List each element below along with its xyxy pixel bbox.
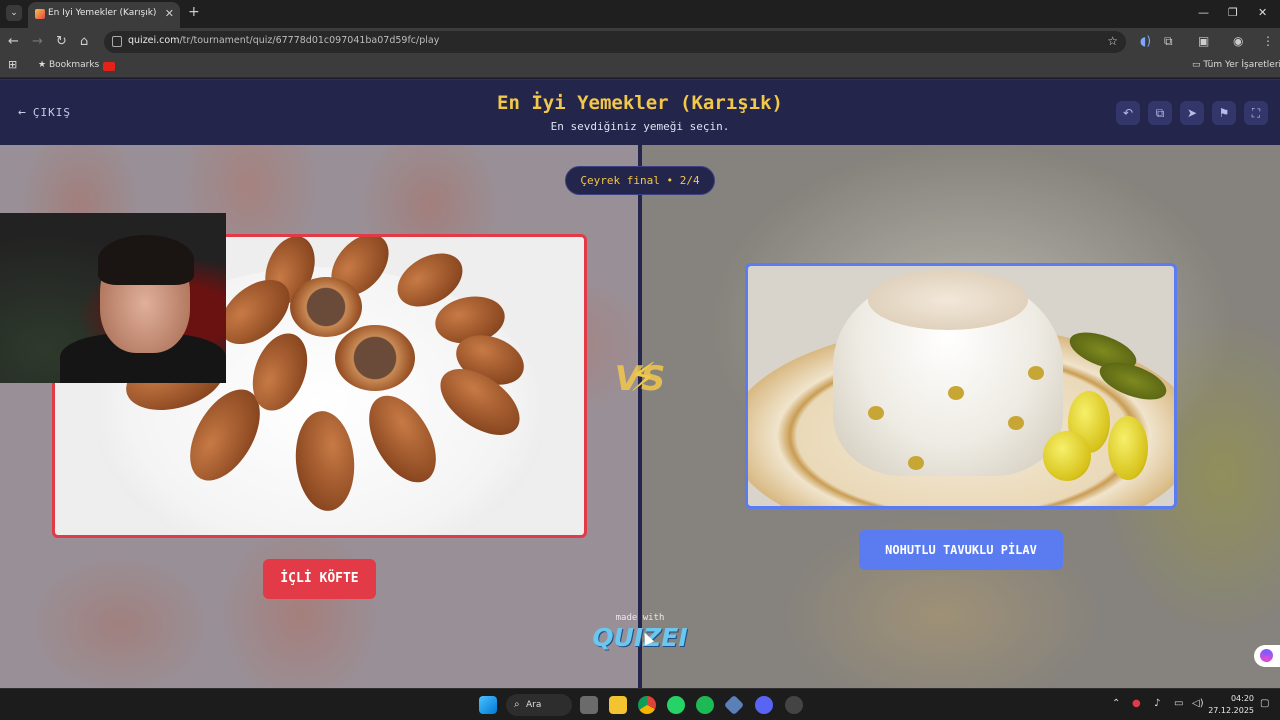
kofte-cut-piece: [290, 277, 362, 337]
browser-tabstrip: ⌄ En İyi Yemekler (Karışık) - Tier L ✕ +…: [0, 0, 1280, 28]
copy-icon: ⧉: [1155, 106, 1165, 120]
clock-time: 04:20: [1230, 694, 1254, 703]
menu-icon[interactable]: ⋮: [1262, 34, 1274, 48]
cast-icon[interactable]: ▣: [1198, 34, 1209, 48]
fullscreen-icon: ⛶: [1251, 106, 1261, 120]
tab-close-icon[interactable]: ✕: [165, 7, 174, 20]
reload-icon[interactable]: ↻: [56, 34, 67, 50]
system-clock[interactable]: 04:20 27.12.2025: [1208, 693, 1254, 717]
shredded-chicken: [868, 270, 1028, 330]
search-label: Ara: [526, 700, 542, 710]
bookmarks-bar: ⊞ ★ Bookmarks ▭ Tüm Yer İşaretleri: [0, 56, 1280, 78]
all-bookmarks-label: Tüm Yer İşaretleri: [1203, 60, 1280, 70]
new-tab-icon[interactable]: +: [188, 4, 200, 20]
floating-assistant-button[interactable]: [1254, 645, 1280, 667]
webcam-person-hair: [98, 235, 194, 285]
microphone-icon[interactable]: ♪: [1154, 698, 1160, 709]
start-icon[interactable]: [479, 696, 497, 714]
quiz-header: ← ÇIKIŞ En İyi Yemekler (Karışık) En sevd…: [0, 79, 1280, 145]
chickpea: [1008, 416, 1024, 430]
task-view-icon[interactable]: [580, 696, 598, 714]
option-left-button[interactable]: İÇLİ KÖFTE: [263, 559, 376, 599]
yellow-pepper: [1108, 416, 1148, 480]
quizei-logo[interactable]: QUIZEI: [590, 623, 690, 652]
minimize-icon[interactable]: —: [1198, 6, 1209, 19]
search-icon: ⌕: [514, 699, 520, 710]
file-explorer-icon[interactable]: [609, 696, 627, 714]
taskbar-search[interactable]: ⌕ Ara: [506, 694, 572, 716]
notifications-icon[interactable]: ▢: [1260, 698, 1269, 709]
chickpea: [868, 406, 884, 420]
forward-icon[interactable]: →: [32, 34, 43, 50]
site-info-icon[interactable]: [112, 36, 122, 47]
restore-icon[interactable]: ❐: [1228, 6, 1238, 19]
webcam-overlay: [0, 213, 226, 383]
apps-icon[interactable]: ⊞: [8, 58, 17, 71]
option-right-button[interactable]: NOHUTLU TAVUKLU PİLAV: [859, 530, 1063, 570]
app-icon[interactable]: [723, 694, 745, 716]
browser-tab[interactable]: En İyi Yemekler (Karışık) - Tier L ✕: [28, 2, 180, 28]
discord-icon[interactable]: [755, 696, 773, 714]
spotify-icon[interactable]: [696, 696, 714, 714]
chickpea: [1028, 366, 1044, 380]
back-icon[interactable]: ←: [8, 34, 19, 50]
all-bookmarks[interactable]: ▭ Tüm Yer İşaretleri: [1192, 60, 1280, 70]
url-text: quizei.com/tr/tournament/quiz/67778d01c0…: [128, 35, 440, 46]
youtube-icon[interactable]: [103, 62, 115, 71]
kofte-cut-piece: [335, 325, 415, 391]
screen: ⌄ En İyi Yemekler (Karışık) - Tier L ✕ +…: [0, 0, 1280, 720]
browser-toolbar: ← → ↻ ⌂ quizei.com/tr/tournament/quiz/67…: [0, 28, 1280, 56]
window-close-icon[interactable]: ✕: [1258, 6, 1267, 19]
tray-app-icon[interactable]: ●: [1132, 698, 1141, 709]
obs-icon[interactable]: [785, 696, 803, 714]
network-icon[interactable]: ▭: [1174, 698, 1183, 709]
chrome-icon[interactable]: [638, 696, 656, 714]
center-divider: [638, 145, 642, 688]
tab-favicon-icon: [35, 9, 45, 19]
chickpea: [948, 386, 964, 400]
whatsapp-icon[interactable]: [667, 696, 685, 714]
report-button[interactable]: ⚑: [1212, 101, 1236, 125]
volume-icon[interactable]: ◁): [1192, 698, 1204, 709]
lightning-icon: ⚡: [629, 355, 658, 401]
bookmark-star-icon[interactable]: ☆: [1107, 34, 1118, 48]
chickpea: [908, 456, 924, 470]
send-icon: ➤: [1186, 106, 1198, 120]
address-bar[interactable]: quizei.com/tr/tournament/quiz/67778d01c0…: [104, 31, 1126, 53]
profile-avatar-icon[interactable]: ◉: [1233, 34, 1243, 48]
fullscreen-button[interactable]: ⛶: [1244, 101, 1268, 125]
page-subtitle: En sevdiğiniz yemeği seçin.: [550, 120, 730, 133]
home-icon[interactable]: ⌂: [80, 34, 88, 50]
tab-search-icon[interactable]: ⌄: [6, 5, 22, 21]
bookmarks-label: Bookmarks: [48, 60, 100, 70]
copy-button[interactable]: ⧉: [1148, 101, 1172, 125]
assistant-icon: [1260, 649, 1273, 662]
audio-icon[interactable]: ◖): [1140, 34, 1151, 48]
yellow-pepper: [1043, 431, 1091, 481]
versus-badge: VS ⚡: [607, 355, 673, 411]
share-button[interactable]: ➤: [1180, 101, 1204, 125]
tab-title: En İyi Yemekler (Karışık) - Tier L: [48, 8, 158, 18]
extensions-icon[interactable]: ⧉: [1164, 34, 1173, 49]
made-with-text: made with: [615, 613, 665, 623]
page-title: En İyi Yemekler (Karışık): [497, 92, 783, 114]
undo-icon: ↶: [1122, 106, 1134, 120]
tray-overflow-icon[interactable]: ⌃: [1112, 698, 1120, 709]
clock-date: 27.12.2025: [1208, 706, 1254, 715]
option-right-image[interactable]: [745, 263, 1177, 509]
battle-arena: Çeyrek final • 2/4 VS ⚡ İÇLİ KÖFTE NOHUT…: [0, 145, 1280, 688]
round-badge: Çeyrek final • 2/4: [565, 166, 715, 195]
windows-taskbar: ⌕ Ara ⌃ ● ♪ ▭ ◁) 04:20 27.12.2025 ▢: [0, 688, 1280, 720]
flag-icon: ⚑: [1218, 106, 1230, 120]
bookmarks-folder[interactable]: ★ Bookmarks: [38, 60, 99, 70]
undo-button[interactable]: ↶: [1116, 101, 1140, 125]
